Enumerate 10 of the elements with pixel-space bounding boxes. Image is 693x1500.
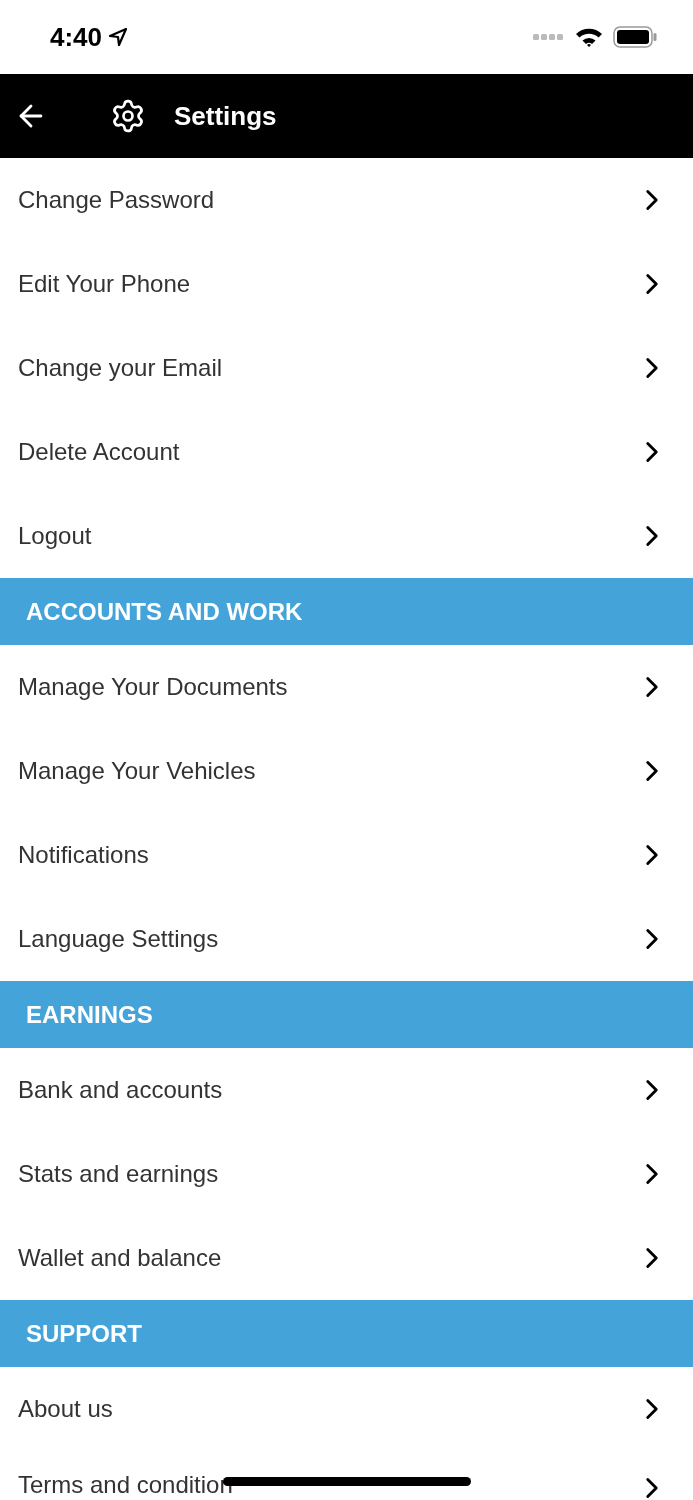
- signal-icon: [533, 34, 565, 40]
- status-time: 4:40: [50, 21, 103, 53]
- section-title: ACCOUNTS AND WORK: [26, 597, 303, 626]
- settings-icon: [110, 98, 146, 134]
- section-title: EARNINGS: [26, 1000, 153, 1029]
- battery-icon: [613, 26, 657, 48]
- section-title: SUPPORT: [26, 1319, 142, 1348]
- location-icon: [108, 27, 129, 47]
- wifi-icon: [575, 27, 603, 47]
- screen-title: Settings: [174, 100, 277, 132]
